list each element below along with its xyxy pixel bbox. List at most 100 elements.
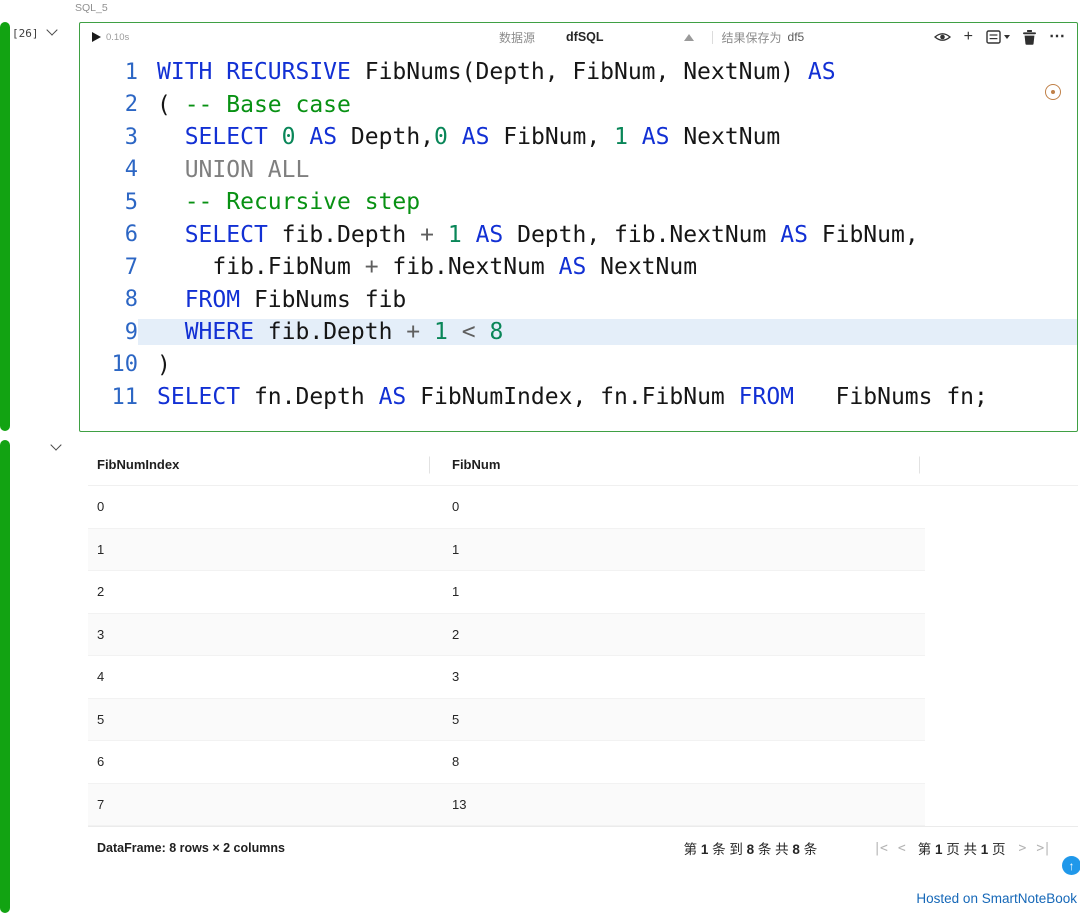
table-row: 55: [88, 699, 925, 742]
dataset-icon: [986, 30, 1001, 44]
cell-fibnum: 1: [430, 542, 459, 557]
code-line[interactable]: 4 UNION ALL: [80, 154, 1077, 187]
cell-fibnum: 2: [430, 627, 459, 642]
trash-icon: [1023, 30, 1036, 45]
code-line[interactable]: 9 WHERE fib.Depth + 1 < 8: [80, 316, 1077, 349]
line-number: 5: [80, 190, 138, 215]
code-text: -- Recursive step: [138, 189, 1077, 215]
cell-fibnum: 13: [430, 797, 466, 812]
code-editor[interactable]: 1WITH RECURSIVE FibNums(Depth, FibNum, N…: [80, 51, 1077, 414]
line-number: 2: [80, 92, 138, 117]
run-duration: 0.10s: [106, 32, 129, 43]
code-text: SELECT fib.Depth + 1 AS Depth, fib.NextN…: [138, 222, 1077, 248]
cell-fibnumindex: 6: [88, 754, 430, 769]
line-number: 9: [80, 320, 138, 345]
plus-icon: +: [964, 29, 973, 45]
cell-toolbar: 0.10s 数据源 dfSQL 结果保存为 df5 +: [80, 23, 1077, 51]
code-line[interactable]: 6 SELECT fib.Depth + 1 AS Depth, fib.Nex…: [80, 219, 1077, 252]
chevron-down-icon: [1004, 35, 1010, 39]
output-active-bar: [0, 440, 10, 913]
line-number: 4: [80, 157, 138, 182]
save-dataset-button[interactable]: [986, 30, 1010, 44]
ellipsis-icon: ⋯: [1049, 29, 1065, 45]
cell-fibnumindex: 1: [88, 542, 430, 557]
first-page-button[interactable]: |<: [873, 841, 887, 856]
table-row: 21: [88, 571, 925, 614]
table-row: 11: [88, 529, 925, 572]
toolbar-center-group: 数据源 dfSQL 结果保存为 df5: [499, 23, 804, 51]
collapse-output-chevron-icon[interactable]: [50, 439, 61, 450]
code-text: fib.FibNum + fib.NextNum AS NextNum: [138, 254, 1077, 280]
delete-cell-button[interactable]: [1023, 30, 1036, 45]
record-range-info: 第 1 条 到 8 条 共 8 条: [684, 838, 818, 858]
play-icon: [92, 32, 101, 42]
table-footer: DataFrame: 8 rows × 2 columns 第 1 条 到 8 …: [88, 826, 1078, 869]
cell-tab-label: SQL_5: [75, 2, 108, 14]
line-number: 11: [80, 385, 138, 410]
code-line[interactable]: 10): [80, 349, 1077, 382]
result-variable-name[interactable]: df5: [788, 30, 805, 44]
add-cell-button[interactable]: +: [964, 29, 973, 45]
cell-fibnum: 8: [430, 754, 459, 769]
cell-fibnumindex: 2: [88, 584, 430, 599]
cell-fibnum: 0: [430, 499, 459, 514]
code-text: FROM FibNums fib: [138, 287, 1077, 313]
table-row: 00: [88, 486, 925, 529]
code-text: WHERE fib.Depth + 1 < 8: [138, 319, 1077, 345]
line-number: 6: [80, 222, 138, 247]
code-text: ): [138, 352, 1077, 378]
cell-fibnum: 1: [430, 584, 459, 599]
cell-fibnumindex: 0: [88, 499, 430, 514]
run-cell-button[interactable]: [92, 32, 101, 42]
code-line[interactable]: 1WITH RECURSIVE FibNums(Depth, FibNum, N…: [80, 56, 1077, 89]
cell-fibnum: 5: [430, 712, 459, 727]
cell-fibnumindex: 5: [88, 712, 430, 727]
sql-cell: 0.10s 数据源 dfSQL 结果保存为 df5 +: [79, 22, 1078, 432]
engine-selector[interactable]: dfSQL: [566, 30, 604, 44]
eye-icon: [934, 31, 951, 43]
code-lines: 1WITH RECURSIVE FibNums(Depth, FibNum, N…: [80, 56, 1077, 414]
code-text: SELECT 0 AS Depth,0 AS FibNum, 1 AS Next…: [138, 124, 1077, 150]
code-line[interactable]: 5 -- Recursive step: [80, 186, 1077, 219]
code-line[interactable]: 8 FROM FibNums fib: [80, 284, 1077, 317]
column-header-fibnum: FibNum: [430, 457, 920, 472]
line-number: 10: [80, 352, 138, 377]
code-line[interactable]: 11SELECT fn.Depth AS FibNumIndex, fn.Fib…: [80, 381, 1077, 414]
collapse-editor-icon[interactable]: [684, 34, 694, 41]
cell-fibnumindex: 4: [88, 669, 430, 684]
hosted-on-link[interactable]: Hosted on SmartNoteBook: [916, 891, 1077, 906]
execution-count: [26]: [12, 27, 39, 40]
code-text: UNION ALL: [138, 157, 1077, 183]
line-number: 3: [80, 125, 138, 150]
column-header-fibnumindex: FibNumIndex: [88, 457, 430, 472]
line-number: 7: [80, 255, 138, 280]
table-row: 68: [88, 741, 925, 784]
more-actions-button[interactable]: ⋯: [1049, 29, 1065, 45]
code-text: WITH RECURSIVE FibNums(Depth, FibNum, Ne…: [138, 59, 1077, 85]
code-line[interactable]: 2( -- Base case: [80, 89, 1077, 122]
cell-fibnumindex: 3: [88, 627, 430, 642]
code-line[interactable]: 3 SELECT 0 AS Depth,0 AS FibNum, 1 AS Ne…: [80, 121, 1077, 154]
back-to-top-button[interactable]: ↑: [1062, 856, 1080, 875]
table-body: 00112132435568713: [88, 486, 1078, 826]
table-row: 43: [88, 656, 925, 699]
datasource-label: 数据源: [499, 29, 535, 46]
preview-button[interactable]: [934, 31, 951, 43]
line-number: 1: [80, 60, 138, 85]
collapse-cell-chevron-icon[interactable]: [46, 24, 57, 35]
code-text: SELECT fn.Depth AS FibNumIndex, fn.FibNu…: [138, 384, 1077, 410]
dataframe-summary: DataFrame: 8 rows × 2 columns: [97, 841, 285, 855]
pagination: |< < 第 1 页 共 1 页 > >|: [873, 838, 1050, 858]
cell-active-bar: [0, 22, 10, 431]
page-info: 第 1 页 共 1 页: [918, 838, 1006, 858]
code-text: ( -- Base case: [138, 92, 1077, 118]
last-page-button[interactable]: >|: [1036, 841, 1050, 856]
line-number: 8: [80, 287, 138, 312]
code-line[interactable]: 7 fib.FibNum + fib.NextNum AS NextNum: [80, 251, 1077, 284]
table-row: 32: [88, 614, 925, 657]
cell-fibnumindex: 7: [88, 797, 430, 812]
next-page-button[interactable]: >: [1019, 841, 1026, 856]
prev-page-button[interactable]: <: [898, 841, 905, 856]
toolbar-actions: + ⋯: [934, 29, 1065, 45]
cell-fibnum: 3: [430, 669, 459, 684]
